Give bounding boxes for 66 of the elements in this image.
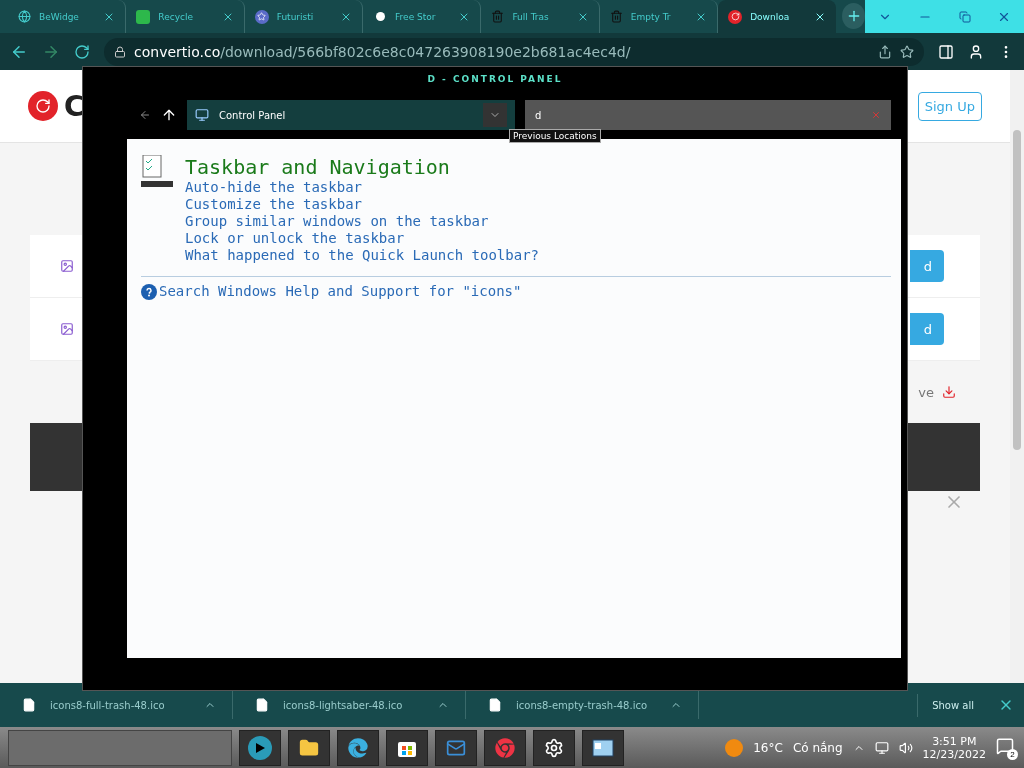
taskbar-app[interactable] [386, 729, 428, 766]
edge-icon [348, 737, 368, 758]
save-text[interactable]: ve [918, 384, 934, 400]
up-icon[interactable] [161, 107, 177, 123]
help-link[interactable]: Group similar windows on the taskbar [185, 213, 539, 230]
help-link[interactable]: Customize the taskbar [185, 196, 539, 213]
taskbar-app[interactable] [533, 729, 575, 766]
help-search-link[interactable]: Search Windows Help and Support for "icons" [159, 283, 522, 300]
image-icon [60, 322, 74, 336]
trash-icon [491, 10, 505, 23]
browser-tab[interactable]: Downloa [718, 0, 837, 33]
search-field[interactable]: d [525, 100, 891, 130]
network-icon[interactable] [874, 740, 889, 755]
help-link[interactable]: Lock or unlock the taskbar [185, 230, 539, 247]
control-panel-icon [592, 738, 614, 757]
window-title: D - CONTROL PANEL [426, 73, 564, 86]
section-heading: Taskbar and Navigation [185, 155, 451, 179]
clock[interactable]: 3:51 PM 12/23/2022 [922, 734, 986, 761]
weather-text: Có nắng [792, 740, 843, 755]
share-icon[interactable] [878, 44, 892, 59]
volume-icon[interactable] [898, 740, 913, 755]
download-item[interactable]: icons8-lightsaber-48.ico [233, 691, 466, 719]
folder-icon [299, 737, 319, 758]
taskbar-app[interactable] [288, 729, 330, 766]
file-icon [255, 698, 269, 712]
star-icon [254, 9, 269, 24]
profile-icon[interactable] [968, 43, 984, 60]
show-all-button[interactable]: Show all [917, 693, 988, 717]
taskbar-app[interactable] [582, 729, 624, 766]
scrollbar[interactable] [1013, 130, 1021, 450]
address-field[interactable]: convertio.co/download/566bf802c6e8c047263908190e2b681ac4ec4d/ [104, 37, 924, 66]
lock-icon[interactable] [114, 45, 126, 58]
help-icon [141, 283, 157, 300]
logo-text: C [64, 89, 85, 123]
taskbar-settings-icon [141, 155, 173, 189]
chrome-icon [495, 737, 515, 758]
download-item[interactable]: icons8-empty-trash-48.ico [466, 691, 699, 719]
image-icon [60, 259, 74, 273]
play-icon [248, 735, 272, 760]
notification-badge: 2 [1007, 749, 1018, 760]
logo-icon [728, 9, 743, 24]
logo-icon [28, 91, 58, 121]
bookmark-icon[interactable] [900, 44, 914, 59]
temperature: 16°C [753, 740, 783, 755]
settings-icon [544, 737, 564, 758]
side-panel-icon[interactable] [938, 43, 954, 60]
file-icon [22, 698, 36, 712]
restore-icon[interactable] [958, 10, 971, 23]
globe-icon [18, 10, 31, 23]
sun-icon [725, 738, 744, 757]
taskbar-app[interactable] [337, 729, 379, 766]
trash-icon [609, 10, 623, 23]
breadcrumb-bar[interactable]: Control Panel [187, 100, 515, 130]
back-icon[interactable] [139, 109, 151, 121]
new-tab-button[interactable] [842, 3, 865, 29]
help-link[interactable]: Auto-hide the taskbar [185, 179, 539, 196]
help-link[interactable]: What happened to the Quick Launch toolbar? [185, 247, 539, 264]
file-icon [488, 698, 502, 712]
tooltip: Previous Locations [509, 129, 601, 143]
reload-icon[interactable] [74, 43, 90, 60]
download-icon[interactable] [942, 385, 956, 399]
taskbar-app[interactable] [239, 729, 281, 766]
app-icon [136, 9, 151, 24]
taskbar-search-area[interactable] [8, 729, 232, 766]
download-item[interactable]: icons8-full-trash-48.ico [0, 691, 233, 719]
control-panel-icon [195, 108, 209, 122]
